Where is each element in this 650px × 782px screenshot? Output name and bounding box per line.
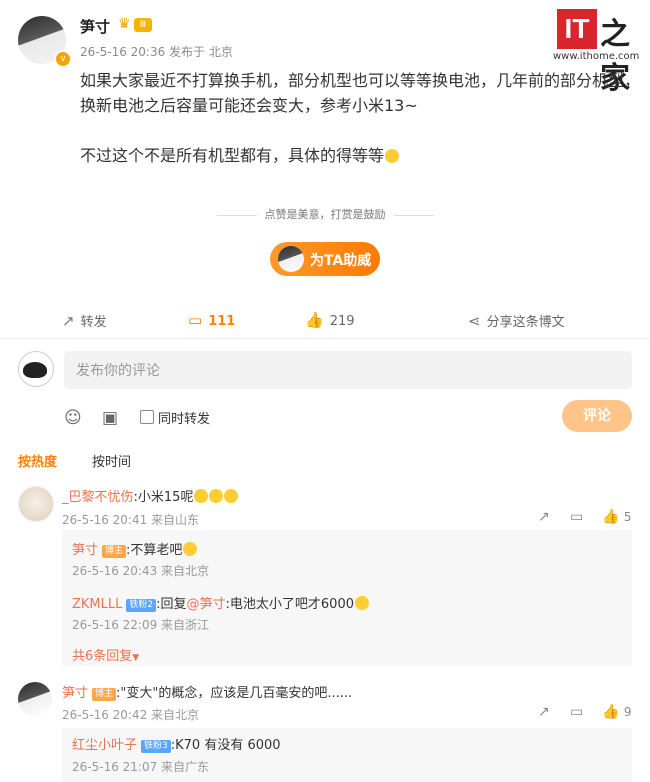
mention-link[interactable]: @笋寸 bbox=[187, 597, 226, 612]
commenter-name[interactable]: 笋寸 bbox=[62, 686, 88, 701]
verified-icon: v bbox=[54, 50, 72, 68]
author-tag: 博主 bbox=[102, 545, 127, 558]
tab-sort-hot[interactable]: 按热度 bbox=[18, 451, 57, 470]
comment-time: 26-5-16 20:41 来自山东 bbox=[62, 513, 200, 527]
crown-icon: ♛ bbox=[118, 16, 131, 32]
like-icon: 👍 bbox=[305, 311, 324, 329]
reply-user[interactable]: 红尘小叶子 bbox=[72, 738, 137, 753]
comment-input[interactable]: 发布你的评论 bbox=[64, 351, 632, 389]
reply-icon[interactable]: ▭ bbox=[570, 704, 583, 720]
reply-line: 笋寸 博主:不算老吧 bbox=[72, 539, 198, 558]
my-avatar bbox=[18, 351, 54, 387]
emoji-icon bbox=[209, 489, 224, 503]
reward-hint: 点赞是美意，打赏是鼓励 bbox=[200, 206, 450, 222]
comment-like-button[interactable]: 👍 5 bbox=[602, 509, 632, 525]
repost-icon: ↗ bbox=[62, 312, 75, 330]
post-paragraph: 不过这个不是所有机型都有，具体的得等等 bbox=[80, 143, 640, 168]
share-button[interactable]: ⋖ 分享这条博文 bbox=[468, 311, 565, 330]
comment-icon: ▭ bbox=[188, 311, 203, 329]
emoji-icon bbox=[224, 489, 239, 503]
tab-sort-time[interactable]: 按时间 bbox=[92, 451, 131, 470]
emoji-icon bbox=[354, 596, 369, 610]
emoji-icon bbox=[183, 542, 198, 556]
comment-time: 26-5-16 20:42 来自北京 bbox=[62, 708, 200, 722]
like-icon: 👍 bbox=[602, 704, 620, 720]
emoji-icon bbox=[385, 149, 400, 163]
comment-line: 笋寸 博主:"变大"的概念，应该是几百毫安的吧...... bbox=[62, 682, 352, 701]
image-icon[interactable]: ▣ bbox=[102, 408, 118, 428]
reply-line: ZKMLLL 铁粉2:回复@笋寸:电池太小了吧才6000 bbox=[72, 593, 369, 612]
reply-icon[interactable]: ▭ bbox=[570, 509, 583, 525]
comment-button[interactable]: ▭ 111 bbox=[188, 311, 235, 329]
share-icon: ⋖ bbox=[468, 312, 481, 330]
like-icon: 👍 bbox=[602, 509, 620, 525]
sync-repost-label: 同时转发 bbox=[158, 412, 211, 427]
reply-time: 26-5-16 20:43 来自北京 bbox=[72, 564, 210, 578]
chevron-down-icon: ▼ bbox=[132, 653, 140, 663]
commenter-avatar[interactable] bbox=[18, 486, 54, 522]
level-badge: Ⅲ bbox=[134, 18, 152, 32]
comment-text: :"变大"的概念，应该是几百毫安的吧...... bbox=[116, 686, 353, 701]
ithome-logo: IT bbox=[557, 9, 597, 49]
comment-repost-icon[interactable]: ↗ bbox=[538, 509, 550, 525]
comment-repost-icon[interactable]: ↗ bbox=[538, 704, 550, 720]
like-button[interactable]: 👍 219 bbox=[305, 311, 355, 329]
reply-time: 26-5-16 22:09 来自浙江 bbox=[72, 618, 210, 632]
reply-user[interactable]: 笋寸 bbox=[72, 543, 98, 558]
fan-tag: 铁粉3 bbox=[141, 740, 171, 753]
commenter-name[interactable]: _巴黎不忧伤 bbox=[62, 490, 134, 505]
reply-user[interactable]: ZKMLLL bbox=[72, 597, 122, 612]
author-tag: 博主 bbox=[92, 688, 117, 701]
post-paragraph: 如果大家最近不打算换手机，部分机型也可以等等换电池，几年前的部分机型，换新电池之… bbox=[80, 71, 641, 115]
repost-button[interactable]: ↗ 转发 bbox=[62, 311, 107, 330]
emoji-icon bbox=[194, 489, 209, 503]
more-replies-link[interactable]: 共6条回复▼ bbox=[72, 645, 139, 664]
author-name[interactable]: 笋寸 bbox=[80, 16, 110, 37]
reply-line: 红尘小叶子 铁粉3:K70 有没有 6000 bbox=[72, 738, 281, 753]
fan-tag: 铁粉2 bbox=[126, 599, 157, 612]
post-body: 如果大家最近不打算换手机，部分机型也可以等等换电池，几年前的部分机型，换新电池之… bbox=[80, 68, 640, 168]
comment-like-button[interactable]: 👍 9 bbox=[602, 704, 632, 720]
boost-avatar bbox=[278, 246, 304, 272]
divider bbox=[0, 338, 650, 339]
reply-time: 26-5-16 21:07 来自广东 bbox=[72, 760, 210, 774]
comment-line: _巴黎不忧伤:小米15呢 bbox=[62, 486, 239, 505]
comment-text: :小米15呢 bbox=[133, 490, 194, 505]
boost-button[interactable]: 为TA助威 bbox=[270, 242, 380, 276]
commenter-avatar[interactable] bbox=[18, 682, 52, 716]
emoji-icon[interactable]: ☺ bbox=[64, 408, 82, 428]
submit-comment-button[interactable]: 评论 bbox=[562, 400, 632, 432]
sync-repost-checkbox[interactable] bbox=[140, 410, 154, 424]
post-meta: 26-5-16 20:36 发布于 北京 bbox=[80, 45, 233, 59]
ithome-url: www.ithome.com bbox=[553, 51, 640, 62]
